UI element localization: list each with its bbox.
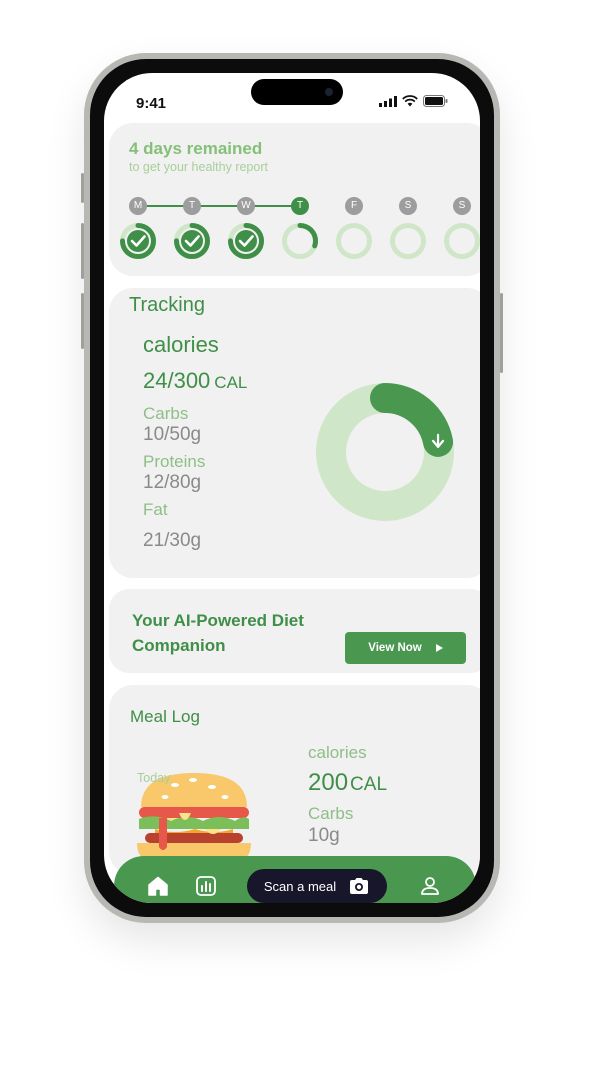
play-icon — [435, 644, 443, 652]
dynamic-island — [251, 79, 343, 105]
battery-icon — [423, 95, 448, 107]
ai-promo-card: Your AI-Powered Diet Companion View Now — [109, 589, 480, 673]
day-item: W — [224, 197, 268, 266]
wifi-icon — [402, 95, 418, 107]
day-progress-ring — [336, 223, 372, 259]
day-letter: S — [399, 197, 417, 215]
meal-carbs-value: 10g — [308, 825, 340, 846]
calories-donut-chart — [316, 383, 454, 521]
day-item: S — [386, 197, 430, 266]
profile-icon[interactable] — [418, 874, 442, 898]
app-screen: 9:41 4 days remained to get your healthy… — [104, 73, 480, 903]
day-complete-ring — [174, 223, 210, 259]
day-letter: T — [291, 197, 309, 215]
meal-calories-unit: CAL — [350, 774, 388, 795]
day-item: S — [440, 197, 480, 266]
proteins-value: 12/80g — [143, 472, 202, 493]
view-now-label: View Now — [368, 642, 422, 654]
bottom-navigation: Scan a meal — [114, 856, 476, 903]
proteins-label: Proteins — [143, 452, 206, 471]
camera-icon — [350, 878, 369, 894]
day-item: M — [116, 197, 160, 266]
meal-calories-value: 200 CAL — [308, 769, 387, 797]
day-progress-ring — [390, 223, 426, 259]
stats-icon[interactable] — [194, 874, 218, 898]
phone-bezel: 9:41 4 days remained to get your healthy… — [90, 59, 494, 917]
tracking-title: Tracking — [129, 294, 205, 316]
meal-calories-label: calories — [308, 743, 367, 762]
streak-card: 4 days remained to get your healthy repo… — [109, 123, 480, 276]
tracking-card: Tracking calories 24/300 CAL Carbs 10/50g… — [109, 288, 480, 578]
day-item: F — [332, 197, 376, 266]
calories-number: 24/300 — [143, 368, 211, 393]
calories-value: 24/300 CAL — [143, 368, 247, 394]
day-item: T — [170, 197, 214, 266]
day-item: T — [278, 197, 322, 266]
fat-label: Fat — [143, 500, 168, 519]
carbs-label: Carbs — [143, 404, 189, 423]
promo-text: Your AI-Powered Diet Companion — [132, 611, 304, 655]
phone-frame: 9:41 4 days remained to get your healthy… — [81, 53, 503, 923]
carbs-value: 10/50g — [143, 424, 202, 445]
side-button-volume-up — [81, 223, 84, 279]
meal-date-label: Today — [137, 771, 171, 785]
day-letter: F — [345, 197, 363, 215]
day-letter: S — [453, 197, 471, 215]
donut-progress-arc — [370, 383, 454, 457]
status-icons — [379, 95, 448, 107]
scan-meal-label: Scan a meal — [263, 878, 337, 894]
side-button-silent — [81, 173, 84, 203]
fat-value: 21/30g — [143, 530, 202, 551]
meal-carbs-label: Carbs — [308, 804, 354, 823]
day-letter: W — [237, 197, 255, 215]
calories-label: calories — [143, 332, 219, 357]
meal-log-title: Meal Log — [130, 707, 200, 726]
day-complete-ring — [120, 223, 156, 259]
day-letter: T — [183, 197, 201, 215]
status-time: 9:41 — [136, 95, 167, 112]
view-now-button[interactable]: View Now — [345, 632, 466, 664]
calories-unit: CAL — [214, 373, 248, 392]
home-icon[interactable] — [146, 874, 170, 898]
meal-calories-number: 200 — [308, 769, 349, 796]
day-letter: M — [129, 197, 147, 215]
scan-meal-button[interactable]: Scan a meal — [247, 869, 387, 903]
day-progress-ring — [444, 223, 480, 259]
day-complete-ring — [228, 223, 264, 259]
signal-icon — [379, 95, 397, 107]
day-progress-ring — [282, 223, 318, 259]
meal-log-card: Meal Log Today calories 200 CAL Carbs 10… — [109, 685, 480, 875]
camera-lens — [325, 88, 333, 96]
side-button-volume-down — [81, 293, 84, 349]
side-button-power — [500, 293, 503, 373]
